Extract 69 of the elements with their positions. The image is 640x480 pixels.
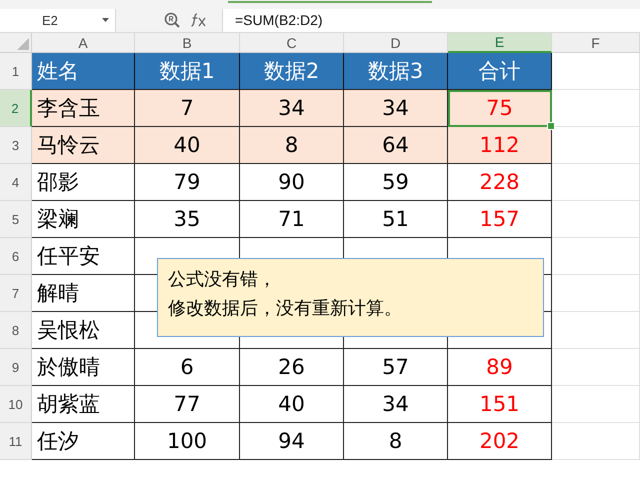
- table-cell: 7: [135, 90, 240, 127]
- table-cell: 202: [448, 423, 552, 460]
- table-cell: 8: [344, 423, 448, 460]
- table-cell: 吴恨松: [32, 312, 135, 349]
- row-header[interactable]: 4: [0, 164, 32, 201]
- note-text: 修改数据后，没有重新计算。: [168, 297, 402, 321]
- table-cell: 35: [135, 201, 240, 238]
- table-cell: 34: [344, 386, 448, 423]
- table-cell: 94: [240, 423, 344, 460]
- column-title: 数据1: [135, 53, 240, 90]
- row-header[interactable]: 10: [0, 386, 32, 423]
- name-box[interactable]: E2: [0, 8, 116, 32]
- table-cell: 157: [448, 201, 552, 238]
- table-cell: 57: [344, 349, 448, 386]
- table-cell: 79: [135, 164, 240, 201]
- table-cell: 90: [240, 164, 344, 201]
- table-cell: 解晴: [32, 275, 135, 312]
- table-cell: 胡紫蓝: [32, 386, 135, 423]
- row-header[interactable]: 2: [0, 90, 32, 127]
- column-header[interactable]: E: [448, 33, 552, 53]
- table-cell: 马怜云: [32, 127, 135, 164]
- zoom-icon[interactable]: [164, 12, 180, 28]
- row-header[interactable]: 9: [0, 349, 32, 386]
- table-cell: 71: [240, 201, 344, 238]
- function-icon[interactable]: [190, 13, 208, 27]
- row-header[interactable]: 3: [0, 127, 32, 164]
- table-cell: 邵影: [32, 164, 135, 201]
- formula-field[interactable]: =SUM(B2:D2): [222, 8, 640, 32]
- table-cell: 40: [240, 386, 344, 423]
- note-text: 公式没有错，: [168, 268, 276, 292]
- table-cell: 8: [240, 127, 344, 164]
- column-header[interactable]: B: [135, 33, 240, 53]
- column-header[interactable]: A: [32, 33, 135, 53]
- corner-triangle-icon: [17, 38, 29, 50]
- table-cell: 64: [344, 127, 448, 164]
- row-header[interactable]: 7: [0, 275, 32, 312]
- table-cell: 228: [448, 164, 552, 201]
- fill-handle[interactable]: [547, 122, 555, 130]
- table-cell: 40: [135, 127, 240, 164]
- table-cell: 梁斓: [32, 201, 135, 238]
- table-cell: 59: [344, 164, 448, 201]
- table-cell: 任汐: [32, 423, 135, 460]
- table-cell[interactable]: 75: [448, 90, 552, 127]
- table-cell: 34: [344, 90, 448, 127]
- column-title: 数据3: [344, 53, 448, 90]
- caret-icon[interactable]: [102, 18, 109, 22]
- table-cell: 34: [240, 90, 344, 127]
- table-cell: 26: [240, 349, 344, 386]
- column-header[interactable]: F: [552, 33, 640, 53]
- row-header[interactable]: 6: [0, 238, 32, 275]
- column-header[interactable]: C: [240, 33, 344, 53]
- table-cell: 89: [448, 349, 552, 386]
- column-title: 合计: [448, 53, 552, 90]
- row-header[interactable]: 8: [0, 312, 32, 349]
- row-header[interactable]: 5: [0, 201, 32, 238]
- table-cell: 151: [448, 386, 552, 423]
- column-title: 数据2: [240, 53, 344, 90]
- row-header[interactable]: 1: [0, 53, 32, 90]
- table-cell: 李含玉: [32, 90, 135, 127]
- row-header[interactable]: 11: [0, 423, 32, 460]
- table-cell: 於傲晴: [32, 349, 135, 386]
- table-cell: 77: [135, 386, 240, 423]
- column-title: 姓名: [32, 53, 135, 90]
- table-cell: 51: [344, 201, 448, 238]
- table-cell: 6: [135, 349, 240, 386]
- table-cell: 任平安: [32, 238, 135, 275]
- table-cell: 100: [135, 423, 240, 460]
- table-cell: 112: [448, 127, 552, 164]
- column-header[interactable]: D: [344, 33, 448, 53]
